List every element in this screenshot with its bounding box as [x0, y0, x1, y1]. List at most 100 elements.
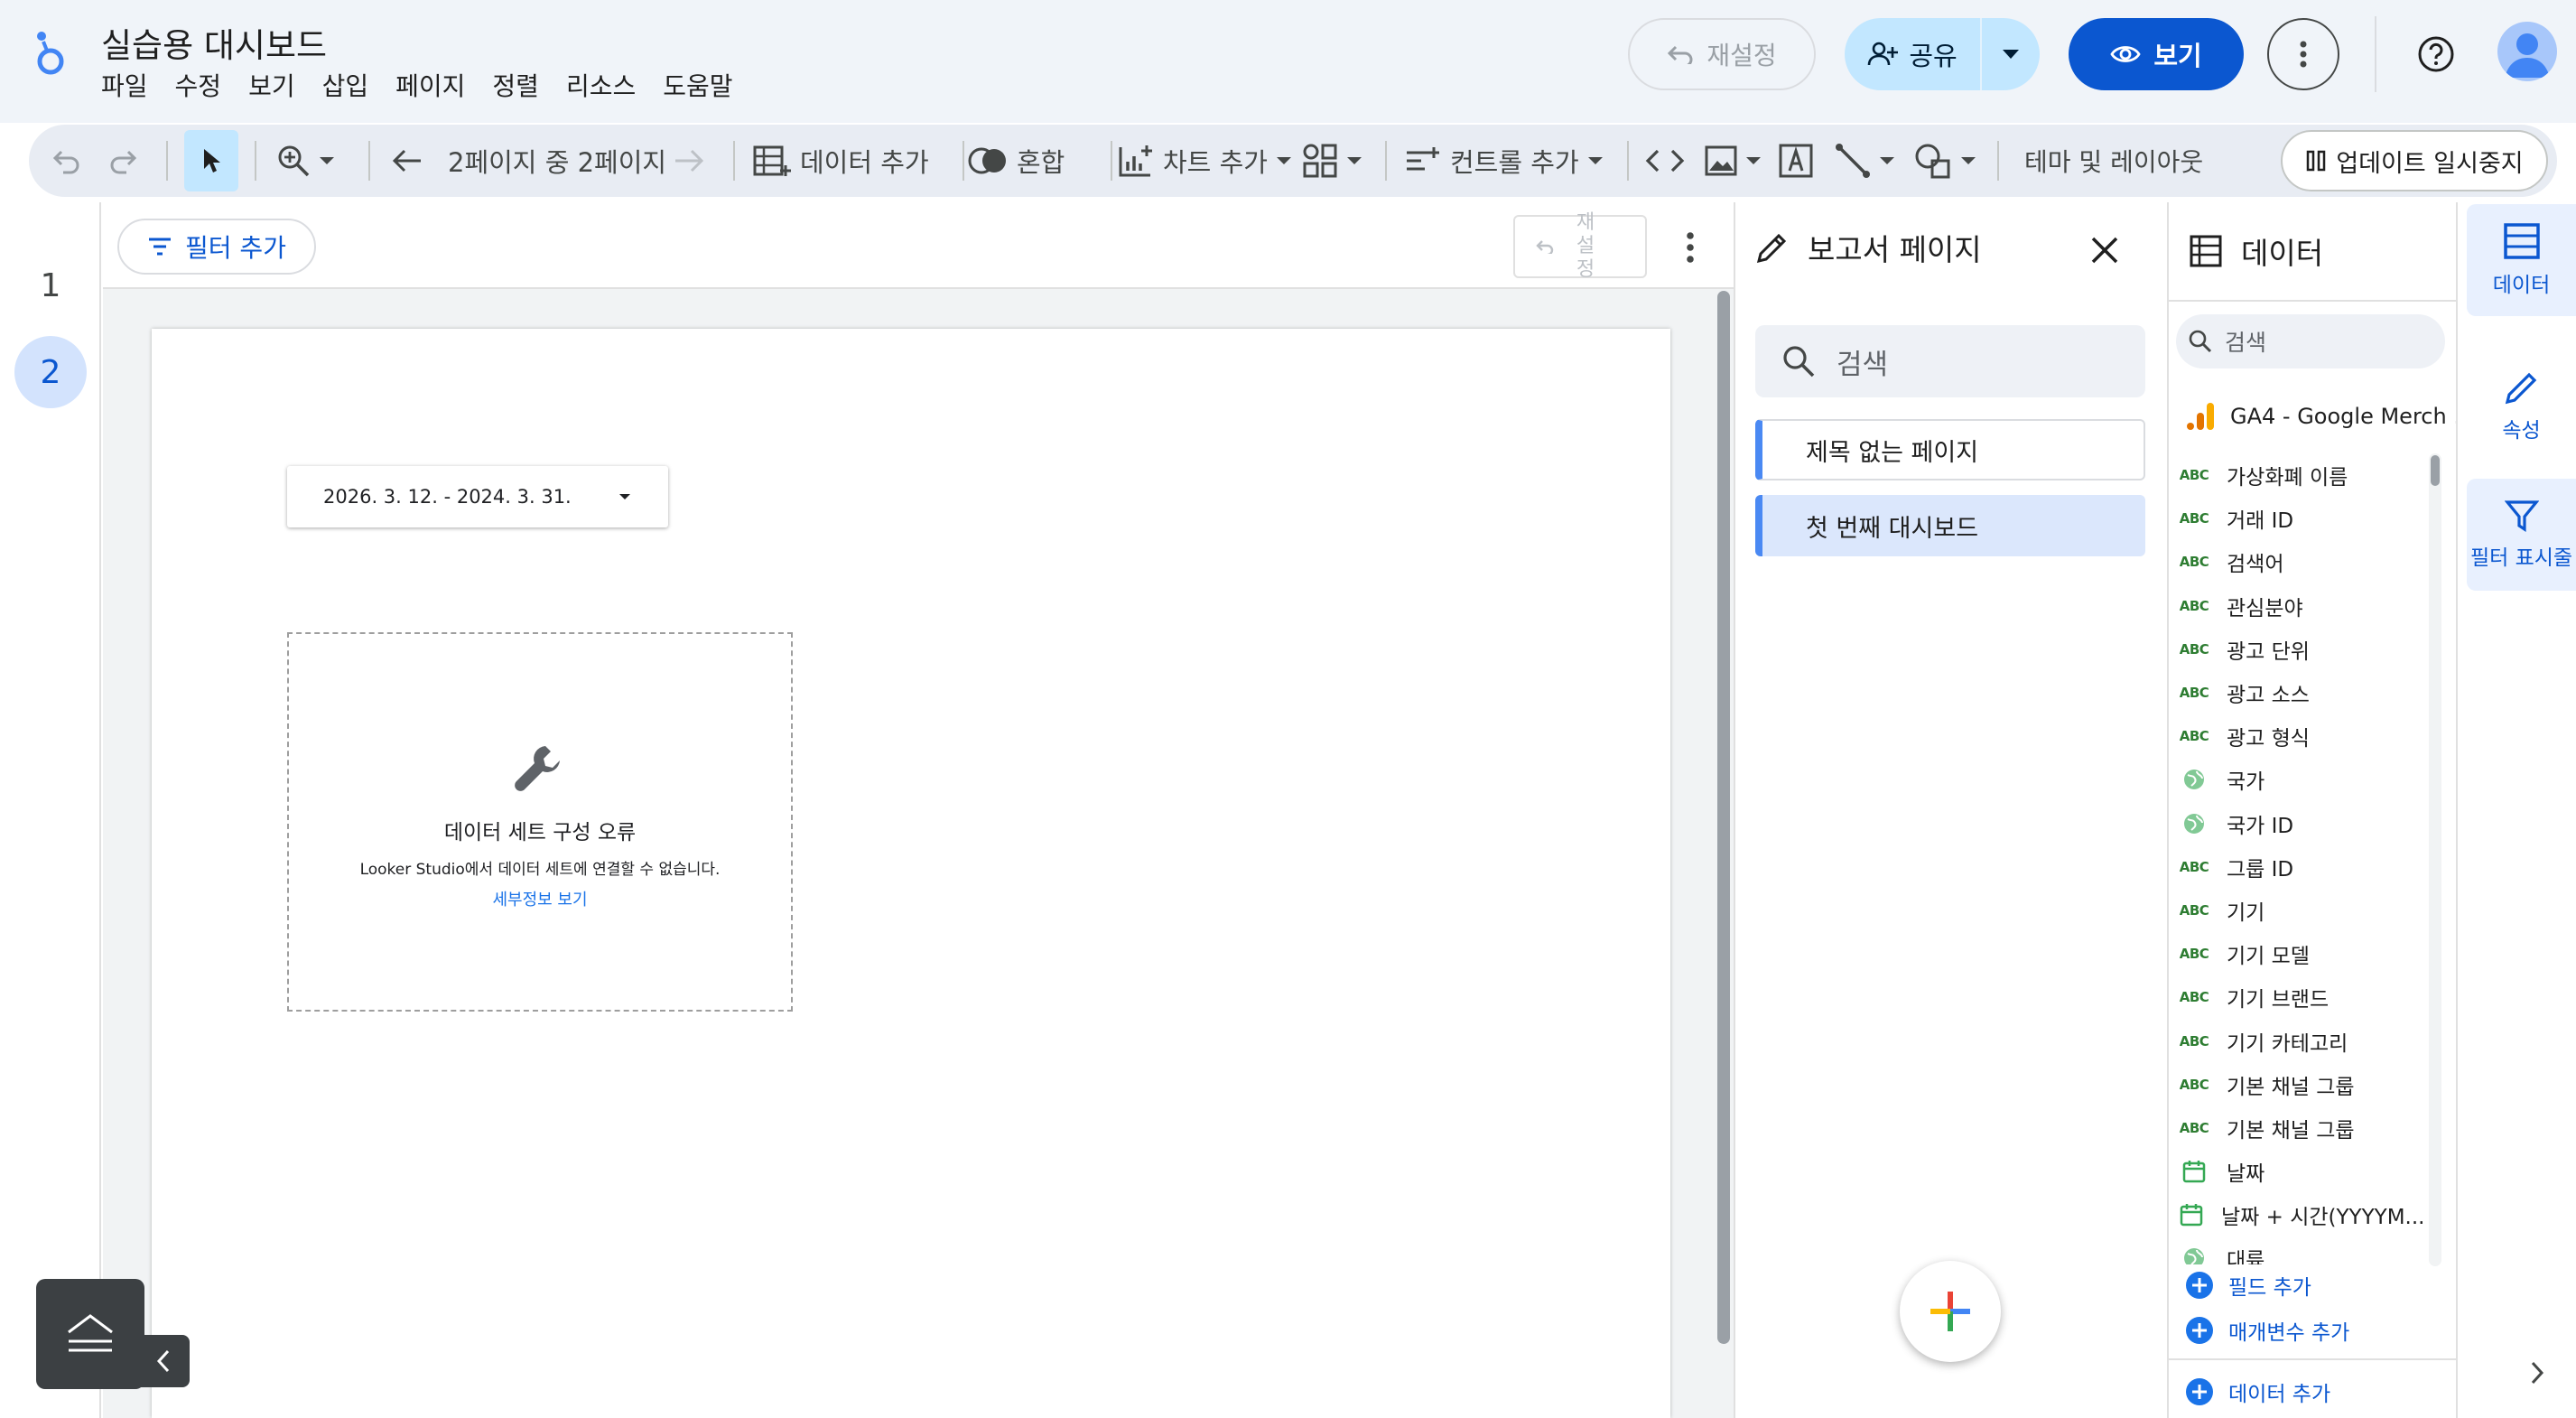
menu-edit[interactable]: 수정 [175, 67, 222, 103]
zoom-in-icon [276, 144, 311, 178]
report-title[interactable]: 실습용 대시보드 [101, 18, 327, 67]
page-thumb-1[interactable]: 1 [14, 249, 87, 322]
redo-button[interactable] [107, 125, 139, 197]
canvas-scrollbar[interactable] [1717, 291, 1730, 1344]
page-list-item-selected[interactable]: 첫 번째 대시보드 [1755, 495, 2145, 556]
field-type-icon-wrap: ABC [2180, 467, 2209, 483]
caret-down-icon [1587, 157, 1603, 164]
share-button-group: 공유 [1845, 18, 2040, 90]
add-data-button[interactable]: 데이터 추가 [753, 125, 929, 197]
field-list-item[interactable]: 국가 [2180, 758, 2423, 801]
shapes-icon [1914, 143, 1952, 179]
field-type-icon-wrap: ABC [2180, 641, 2209, 658]
data-source-item[interactable]: GA4 - Google Merch ... [2185, 401, 2474, 432]
undo-button[interactable] [51, 125, 83, 197]
looker-studio-logo-icon[interactable] [33, 29, 69, 79]
reset-button[interactable]: 재설정 [1628, 18, 1816, 90]
field-list-item[interactable]: ABC 거래 ID [2180, 497, 2423, 540]
pause-updates-button[interactable]: 업데이트 일시중지 [2281, 130, 2548, 191]
menu-help[interactable]: 도움말 [663, 67, 732, 103]
field-list-item[interactable]: 날짜 [2180, 1150, 2423, 1193]
table-icon [2189, 234, 2223, 268]
field-list-scrollbar-thumb[interactable] [2431, 455, 2440, 486]
date-range-control[interactable]: 2026. 3. 12. - 2024. 3. 31. [287, 466, 668, 527]
share-dropdown-button[interactable] [1982, 18, 2040, 90]
view-button[interactable]: 보기 [2069, 18, 2244, 90]
text-type-icon: ABC [2180, 989, 2209, 1006]
add-page-fab[interactable] [1900, 1261, 2001, 1362]
image-button[interactable] [1705, 125, 1761, 197]
menu-bar: 파일 수정 보기 삽입 페이지 정렬 리소스 도움말 [101, 67, 733, 103]
zoom-button[interactable] [276, 125, 334, 197]
field-search-input[interactable]: 검색 [2176, 314, 2445, 368]
menu-page[interactable]: 페이지 [395, 67, 465, 103]
field-list-item[interactable]: ABC 기본 채널 그룹 [2180, 1063, 2423, 1106]
chart-error-component[interactable]: 데이터 세트 구성 오류 Looker Studio에서 데이터 세트에 연결할… [287, 632, 793, 1012]
undo-icon [51, 147, 83, 174]
close-panel-button[interactable] [2082, 228, 2127, 273]
field-type-icon-wrap: ABC [2180, 859, 2209, 875]
field-list-item[interactable]: 대륙 [2180, 1236, 2423, 1264]
toolbar-collapse-button[interactable] [36, 1279, 144, 1389]
field-list-scrollbar[interactable] [2429, 453, 2441, 1266]
page-thumb-2[interactable]: 2 [14, 336, 87, 408]
search-icon [2189, 330, 2212, 353]
theme-layout-button[interactable]: 테마 및 레이아웃 [2024, 125, 2203, 197]
shape-button[interactable] [1914, 125, 1976, 197]
panel-collapse-button[interactable] [137, 1335, 190, 1387]
field-list-item[interactable]: ABC 기기 모델 [2180, 932, 2423, 975]
menu-resource[interactable]: 리소스 [566, 67, 636, 103]
field-list-item[interactable]: ABC 그룹 ID [2180, 845, 2423, 889]
reset-label: 재설정 [1706, 41, 1777, 70]
previous-page-button[interactable] [392, 125, 423, 197]
embed-code-button[interactable] [1645, 125, 1685, 197]
field-list-item[interactable]: ABC 기기 브랜드 [2180, 975, 2423, 1019]
canvas-reset-button[interactable]: 재설정 [1513, 211, 1647, 281]
field-list-item[interactable]: 날짜 + 시간(YYYYM... [2180, 1193, 2423, 1236]
menu-file[interactable]: 파일 [101, 67, 148, 103]
line-button[interactable] [1835, 125, 1894, 197]
field-list-item[interactable]: ABC 검색어 [2180, 540, 2423, 583]
field-list-item[interactable]: ABC 기본 채널 그룹 [2180, 1106, 2423, 1150]
next-page-button[interactable] [674, 125, 704, 197]
pages-search-placeholder: 검색 [1837, 348, 1889, 381]
rail-tab-properties[interactable]: 속성 [2467, 350, 2576, 462]
field-list-item[interactable]: ABC 광고 형식 [2180, 714, 2423, 758]
canvas-more-button[interactable] [1672, 222, 1708, 273]
share-button[interactable]: 공유 [1845, 18, 1982, 90]
text-box-button[interactable] [1779, 125, 1813, 197]
field-list-item[interactable]: ABC 광고 단위 [2180, 628, 2423, 671]
field-list-item[interactable]: ABC 기기 [2180, 889, 2423, 932]
add-field-button[interactable]: 필드 추가 [2185, 1270, 2311, 1301]
caret-down-icon [619, 494, 630, 499]
blend-button[interactable]: 혼합 [968, 125, 1065, 197]
field-list-item[interactable]: ABC 광고 소스 [2180, 671, 2423, 714]
select-tool-button[interactable] [184, 130, 238, 191]
add-data-source-button[interactable]: 데이터 추가 [2185, 1376, 2330, 1407]
rail-tab-filter-bar[interactable]: 필터 표시줄 [2467, 479, 2576, 591]
menu-arrange[interactable]: 정렬 [492, 67, 539, 103]
expand-rail-button[interactable] [2519, 1355, 2555, 1391]
help-button[interactable] [2411, 27, 2461, 81]
menu-insert[interactable]: 삽입 [322, 67, 369, 103]
error-details-link[interactable]: 세부정보 보기 [289, 887, 791, 910]
rail-tab-data[interactable]: 데이터 [2467, 204, 2576, 316]
page-list-item[interactable]: 제목 없는 페이지 [1755, 419, 2145, 480]
community-visualizations-button[interactable] [1302, 125, 1362, 197]
field-list-item[interactable]: 국가 ID [2180, 802, 2423, 845]
add-chart-button[interactable]: 차트 추가 [1118, 125, 1291, 197]
text-type-icon: ABC [2180, 946, 2209, 963]
pages-search-input[interactable]: 검색 [1755, 325, 2145, 397]
more-options-button[interactable] [2267, 18, 2339, 90]
add-filter-button[interactable]: 필터 추가 [117, 219, 316, 275]
field-list-item[interactable]: ABC 가상화폐 이름 [2180, 453, 2423, 497]
editor-toolbar: 2페이지 중 2페이지 데이터 추가 혼합 차트 추가 컨트롤 추가 테마 및 … [29, 125, 2557, 197]
funnel-icon [2504, 499, 2539, 533]
field-list-item[interactable]: ABC 기기 카테고리 [2180, 1019, 2423, 1062]
add-chart-icon [1118, 144, 1154, 178]
add-parameter-button[interactable]: 매개변수 추가 [2185, 1315, 2349, 1346]
add-control-button[interactable]: 컨트롤 추가 [1405, 125, 1603, 197]
menu-view[interactable]: 보기 [248, 67, 295, 103]
field-list-item[interactable]: ABC 관심분야 [2180, 584, 2423, 628]
user-avatar[interactable] [2497, 22, 2557, 81]
